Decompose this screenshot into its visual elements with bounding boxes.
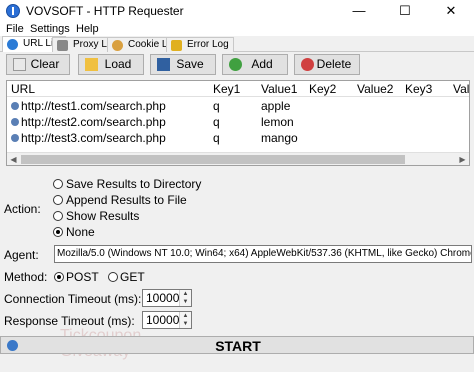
value1-cell: mango (261, 131, 298, 145)
column-header[interactable]: Key2 (309, 82, 336, 96)
radio-save-results[interactable] (53, 179, 63, 189)
tab-label: Error Log (187, 39, 229, 50)
cookie-icon (112, 40, 123, 51)
spin-up-icon[interactable]: ▲ (180, 312, 191, 320)
url-cell: http://test2.com/search.php (21, 115, 166, 129)
window-title: VOVSOFT - HTTP Requester (26, 4, 184, 18)
radio-append-results-label[interactable]: Append Results to File (66, 193, 187, 207)
agent-input[interactable]: Mozilla/5.0 (Windows NT 10.0; Win64; x64… (54, 245, 472, 263)
tab-strip: URL List Proxy List Cookie List Error Lo… (0, 36, 474, 53)
response-timeout-spinner[interactable]: 10000 ▲ ▼ (142, 311, 192, 329)
eraser-icon (13, 58, 26, 71)
connection-timeout-label: Connection Timeout (ms): (4, 292, 142, 306)
load-button[interactable]: Load (78, 54, 144, 75)
spinner-arrows[interactable]: ▲ ▼ (179, 312, 191, 328)
radio-post[interactable] (54, 272, 64, 282)
link-icon (11, 118, 19, 126)
table-row[interactable]: http://test2.com/search.php q lemon (7, 114, 469, 130)
radio-get-label[interactable]: GET (120, 270, 145, 284)
connection-timeout-value[interactable]: 10000 (146, 291, 179, 305)
add-button[interactable]: Add (222, 54, 288, 75)
value1-cell: lemon (261, 115, 294, 129)
horizontal-scrollbar[interactable]: ◀ ▶ (7, 152, 469, 165)
save-button[interactable]: Save (150, 54, 216, 75)
radio-get[interactable] (108, 272, 118, 282)
table-row[interactable]: http://test3.com/search.php q mango (7, 130, 469, 146)
radio-post-label[interactable]: POST (66, 270, 99, 284)
column-header[interactable]: Value2 (357, 82, 393, 96)
key1-cell: q (213, 99, 220, 113)
response-timeout-label: Response Timeout (ms): (4, 314, 135, 328)
url-grid[interactable]: URL Key1 Value1 Key2 Value2 Key3 Val htt… (6, 80, 470, 166)
key1-cell: q (213, 115, 220, 129)
table-row[interactable]: http://test1.com/search.php q apple (7, 98, 469, 114)
column-header[interactable]: URL (11, 82, 35, 96)
column-header[interactable]: Key1 (213, 82, 240, 96)
link-icon (11, 134, 19, 142)
scroll-right-icon[interactable]: ▶ (456, 153, 469, 165)
spin-down-icon[interactable]: ▼ (180, 298, 191, 306)
delete-button[interactable]: Delete (294, 54, 360, 75)
minimize-button[interactable]: — (336, 0, 382, 22)
spin-down-icon[interactable]: ▼ (180, 320, 191, 328)
url-cell: http://test3.com/search.php (21, 131, 166, 145)
radio-none-label[interactable]: None (66, 225, 95, 239)
floppy-icon (157, 58, 170, 71)
clear-button[interactable]: Clear (6, 54, 70, 75)
menu-bar: File Settings Help (0, 22, 474, 36)
radio-save-results-label[interactable]: Save Results to Directory (66, 177, 201, 191)
key1-cell: q (213, 131, 220, 145)
radio-show-results-label[interactable]: Show Results (66, 209, 139, 223)
close-button[interactable]: ✕ (428, 0, 474, 22)
spin-up-icon[interactable]: ▲ (180, 290, 191, 298)
action-label: Action: (4, 202, 41, 216)
plus-icon (229, 58, 242, 71)
url-cell: http://test1.com/search.php (21, 99, 166, 113)
proxy-icon (57, 40, 68, 51)
column-header[interactable]: Val (453, 82, 469, 96)
link-icon (11, 102, 19, 110)
agent-label: Agent: (4, 248, 39, 262)
tab-error-log[interactable]: Error Log (166, 37, 234, 52)
value1-cell: apple (261, 99, 291, 113)
warning-icon (171, 40, 182, 51)
response-timeout-value[interactable]: 10000 (146, 313, 179, 327)
minus-icon (301, 58, 314, 71)
scroll-thumb[interactable] (21, 155, 405, 164)
radio-append-results[interactable] (53, 195, 63, 205)
grid-header: URL Key1 Value1 Key2 Value2 Key3 Val (7, 81, 469, 97)
start-button[interactable]: START (0, 336, 474, 354)
spinner-arrows[interactable]: ▲ ▼ (179, 290, 191, 306)
menu-settings[interactable]: Settings (30, 22, 70, 36)
connection-timeout-spinner[interactable]: 10000 ▲ ▼ (142, 289, 192, 307)
folder-icon (85, 58, 98, 71)
app-icon (6, 4, 20, 18)
menu-file[interactable]: File (6, 22, 24, 36)
radio-none[interactable] (53, 227, 63, 237)
globe-icon (7, 39, 18, 50)
column-header[interactable]: Value1 (261, 82, 297, 96)
method-label: Method: (4, 270, 48, 284)
column-header[interactable]: Key3 (405, 82, 432, 96)
radio-show-results[interactable] (53, 211, 63, 221)
maximize-button[interactable]: ☐ (382, 0, 428, 22)
start-label: START (215, 338, 261, 354)
scroll-left-icon[interactable]: ◀ (7, 153, 20, 165)
title-bar: VOVSOFT - HTTP Requester — ☐ ✕ (0, 0, 474, 22)
menu-help[interactable]: Help (76, 22, 99, 36)
